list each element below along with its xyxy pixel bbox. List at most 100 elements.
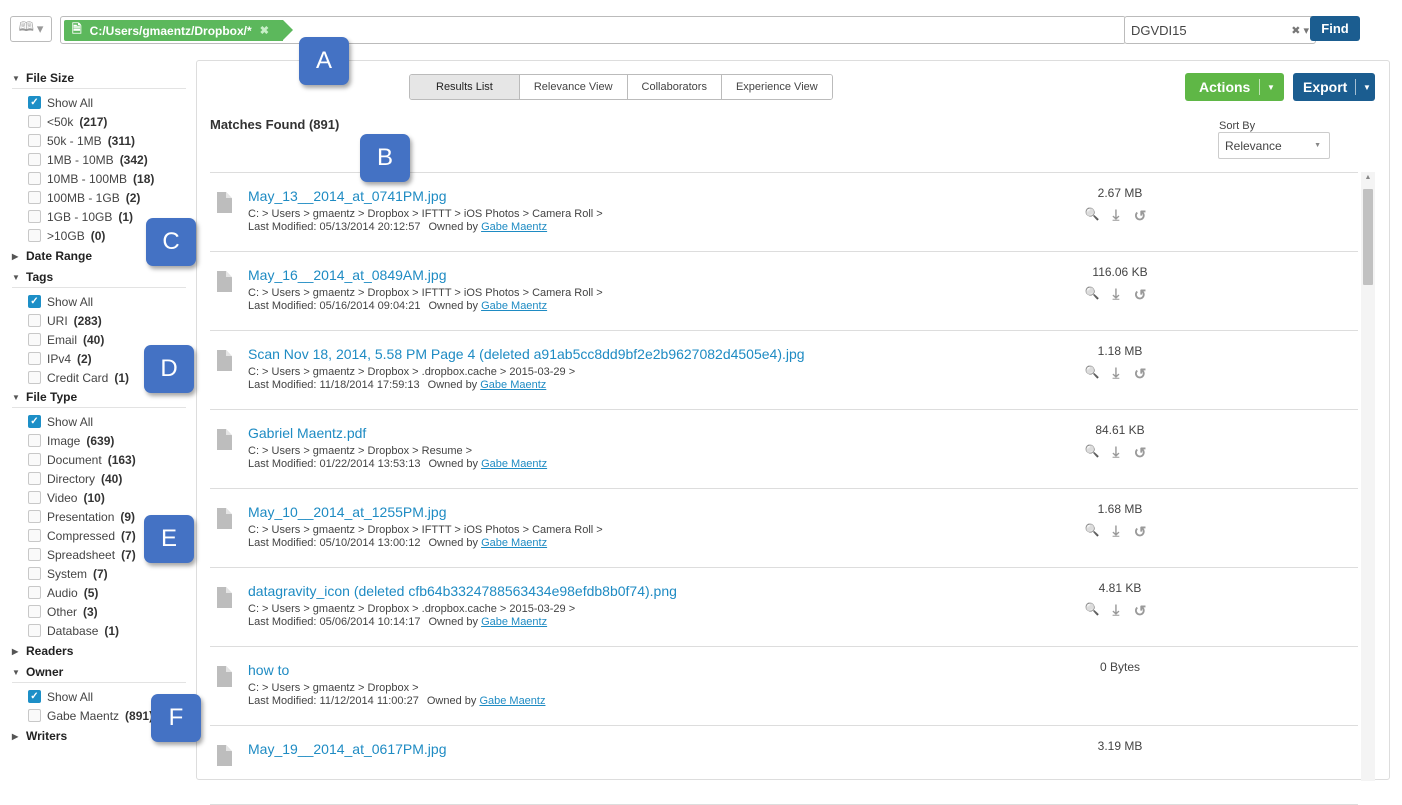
filter-option[interactable]: 10MB - 100MB (18) xyxy=(12,169,192,188)
filter-option[interactable]: 100MB - 1GB (2) xyxy=(12,188,192,207)
owner-link[interactable]: Gabe Maentz xyxy=(480,379,546,391)
checkbox[interactable] xyxy=(28,191,41,204)
checkbox[interactable] xyxy=(28,453,41,466)
actions-button[interactable]: Actions ▼ xyxy=(1185,73,1284,101)
filter-option[interactable]: Audio (5) xyxy=(12,583,192,602)
checkbox[interactable] xyxy=(28,371,41,384)
checkbox[interactable] xyxy=(28,134,41,147)
checkbox[interactable] xyxy=(28,115,41,128)
filter-option[interactable]: System (7) xyxy=(12,564,192,583)
filter-header-tags[interactable]: ▼ Tags xyxy=(12,267,186,288)
tab-experience-view[interactable]: Experience View xyxy=(720,75,832,99)
checkbox[interactable] xyxy=(28,172,41,185)
checkbox[interactable] xyxy=(28,333,41,346)
filter-header-owner[interactable]: ▼ Owner xyxy=(12,662,186,683)
checkbox[interactable]: ✓ xyxy=(28,96,41,109)
restore-icon[interactable]: ↺ xyxy=(1132,602,1148,620)
tab-relevance-view[interactable]: Relevance View xyxy=(518,75,627,99)
filter-header-readers[interactable]: ▶ Readers xyxy=(12,640,186,662)
filter-option[interactable]: 50k - 1MB (311) xyxy=(12,131,192,150)
checkbox[interactable] xyxy=(28,567,41,580)
scroll-up-icon[interactable]: ▲ xyxy=(1362,174,1374,181)
checkbox[interactable] xyxy=(28,210,41,223)
restore-icon[interactable]: ↺ xyxy=(1132,444,1148,462)
preview-icon[interactable]: 🔍 xyxy=(1084,207,1100,225)
filter-option[interactable]: ✓ Show All xyxy=(12,93,192,112)
download-icon[interactable]: ⤓ xyxy=(1108,365,1124,383)
owner-link[interactable]: Gabe Maentz xyxy=(481,300,547,312)
checkbox[interactable] xyxy=(28,352,41,365)
saved-queries-button[interactable]: 🕮 ▾ xyxy=(10,16,52,42)
checkbox[interactable] xyxy=(28,491,41,504)
checkbox[interactable] xyxy=(28,624,41,637)
preview-icon[interactable]: 🔍 xyxy=(1084,365,1100,383)
owner-link[interactable]: Gabe Maentz xyxy=(479,695,545,707)
file-name-link[interactable]: how to xyxy=(248,662,289,678)
checkbox[interactable] xyxy=(28,548,41,561)
download-icon[interactable]: ⤓ xyxy=(1108,444,1124,462)
restore-icon[interactable]: ↺ xyxy=(1132,207,1148,225)
checkbox[interactable]: ✓ xyxy=(28,295,41,308)
find-button[interactable]: Find xyxy=(1310,16,1360,41)
checkbox[interactable] xyxy=(28,472,41,485)
download-icon[interactable]: ⤓ xyxy=(1108,523,1124,541)
file-name-link[interactable]: May_10__2014_at_1255PM.jpg xyxy=(248,504,447,520)
checkbox[interactable] xyxy=(28,314,41,327)
tab-collaborators[interactable]: Collaborators xyxy=(626,75,721,99)
checkbox[interactable] xyxy=(28,153,41,166)
checkbox[interactable]: ✓ xyxy=(28,415,41,428)
filter-option[interactable]: Video (10) xyxy=(12,488,192,507)
scrollbar-thumb[interactable] xyxy=(1363,189,1373,285)
file-name-link[interactable]: Gabriel Maentz.pdf xyxy=(248,425,366,441)
preview-icon[interactable]: 🔍 xyxy=(1084,444,1100,462)
owner-link[interactable]: Gabe Maentz xyxy=(481,537,547,549)
restore-icon[interactable]: ↺ xyxy=(1132,286,1148,304)
checkbox[interactable] xyxy=(28,709,41,722)
filter-option[interactable]: Image (639) xyxy=(12,431,192,450)
restore-icon[interactable]: ↺ xyxy=(1132,523,1148,541)
checkbox[interactable] xyxy=(28,605,41,618)
preview-icon[interactable]: 🔍 xyxy=(1084,523,1100,541)
owner-link[interactable]: Gabe Maentz xyxy=(481,221,547,233)
filter-option[interactable]: Database (1) xyxy=(12,621,192,640)
restore-icon[interactable]: ↺ xyxy=(1132,365,1148,383)
checkbox[interactable] xyxy=(28,434,41,447)
download-icon[interactable]: ⤓ xyxy=(1108,602,1124,620)
filter-header-file-size[interactable]: ▼ File Size xyxy=(12,68,186,89)
close-icon[interactable]: ✖ xyxy=(260,24,269,37)
checkbox[interactable] xyxy=(28,586,41,599)
checkbox[interactable] xyxy=(28,229,41,242)
filter-option-label: 50k - 1MB xyxy=(47,133,102,148)
tab-results-list[interactable]: Results List xyxy=(410,75,519,99)
download-icon[interactable]: ⤓ xyxy=(1108,286,1124,304)
file-name-link[interactable]: datagravity_icon (deleted cfb64b33247885… xyxy=(248,583,677,599)
filter-option[interactable]: Other (3) xyxy=(12,602,192,621)
search-input[interactable]: 🗎 C:/Users/gmaentz/Dropbox/* ✖ xyxy=(60,16,1126,44)
checkbox[interactable]: ✓ xyxy=(28,690,41,703)
checkbox[interactable] xyxy=(28,510,41,523)
file-name-link[interactable]: May_19__2014_at_0617PM.jpg xyxy=(248,741,447,757)
download-icon[interactable]: ⤓ xyxy=(1108,207,1124,225)
clear-icon[interactable]: ✖ xyxy=(1291,25,1300,37)
caret-down-icon: ▼ xyxy=(12,73,20,83)
server-select[interactable]: DGVDI15 ✖ ▾ xyxy=(1124,16,1316,44)
file-name-link[interactable]: May_13__2014_at_0741PM.jpg xyxy=(248,188,447,204)
file-name-link[interactable]: May_16__2014_at_0849AM.jpg xyxy=(248,267,447,283)
export-button[interactable]: Export ▼ xyxy=(1293,73,1375,101)
checkbox[interactable] xyxy=(28,529,41,542)
filter-option[interactable]: Document (163) xyxy=(12,450,192,469)
chevron-down-icon[interactable]: ▾ xyxy=(1303,25,1309,37)
filter-option[interactable]: Directory (40) xyxy=(12,469,192,488)
query-tag[interactable]: 🗎 C:/Users/gmaentz/Dropbox/* ✖ xyxy=(64,20,293,41)
preview-icon[interactable]: 🔍 xyxy=(1084,602,1100,620)
filter-option[interactable]: <50k (217) xyxy=(12,112,192,131)
owner-link[interactable]: Gabe Maentz xyxy=(481,616,547,628)
filter-option[interactable]: ✓ Show All xyxy=(12,412,192,431)
filter-option[interactable]: 1MB - 10MB (342) xyxy=(12,150,192,169)
filter-option[interactable]: URI (283) xyxy=(12,311,192,330)
file-name-link[interactable]: Scan Nov 18, 2014, 5.58 PM Page 4 (delet… xyxy=(248,346,805,362)
owner-link[interactable]: Gabe Maentz xyxy=(481,458,547,470)
sort-select[interactable]: Relevance ▼ xyxy=(1218,132,1330,159)
filter-option[interactable]: ✓ Show All xyxy=(12,292,192,311)
preview-icon[interactable]: 🔍 xyxy=(1084,286,1100,304)
